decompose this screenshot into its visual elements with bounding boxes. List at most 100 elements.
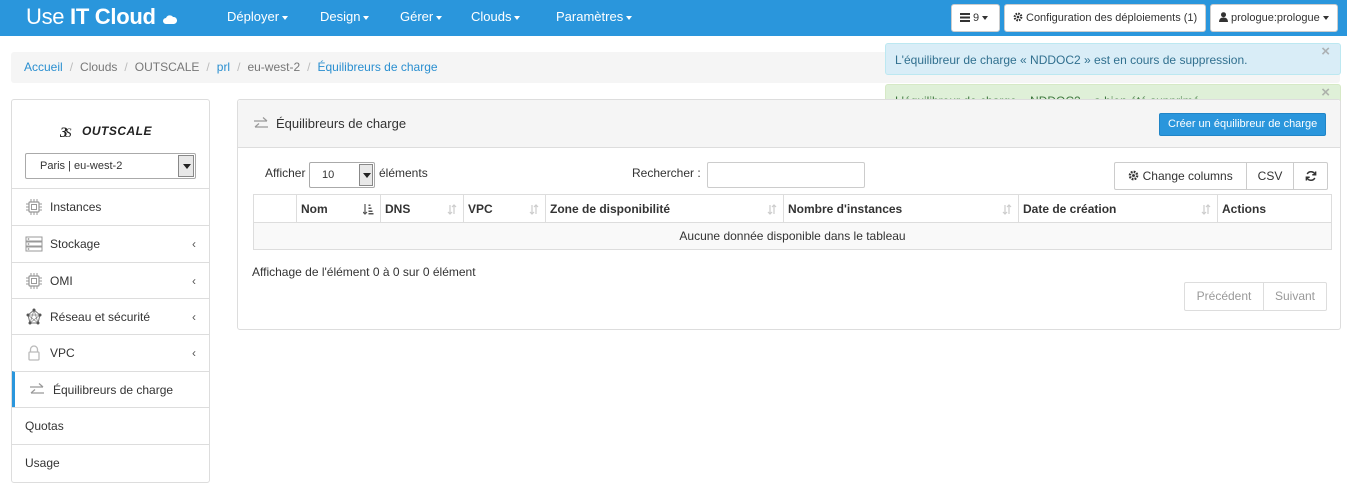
sidebar: 3 S OUTSCALE Paris | eu-west-2 Instances… [11, 99, 210, 483]
provider-logo-text: OUTSCALE [82, 124, 152, 138]
table-row: Aucune donnée disponible dans le tableau [253, 222, 1332, 250]
sidebar-item-label: OMI [50, 274, 73, 288]
table-header-row: Nom DNS VPC Zone de disponibilité Nombre… [253, 194, 1332, 223]
caret-down-icon [363, 15, 370, 20]
breadcrumb-clouds: Clouds [80, 60, 118, 74]
create-load-balancer-button[interactable]: Créer un équilibreur de charge [1159, 113, 1327, 136]
column-header-label: Date de création [1023, 201, 1117, 216]
breadcrumb-load-balancers[interactable]: Équilibreurs de charge [317, 60, 437, 74]
column-header-label: VPC [468, 201, 493, 216]
network-icon [26, 308, 42, 325]
caret-down-icon [1322, 16, 1329, 21]
swap-arrows-icon [30, 383, 44, 394]
csv-button[interactable]: CSV [1246, 162, 1294, 190]
sidebar-item-load-balancers[interactable]: Équilibreurs de charge [12, 371, 209, 408]
change-columns-button[interactable]: Change columns [1114, 162, 1247, 190]
sidebar-item-omi[interactable]: OMI ‹ [12, 262, 209, 299]
nav-gerer[interactable]: Gérer [400, 0, 443, 36]
provider-logo: 3 S OUTSCALE [59, 120, 164, 145]
sort-icon [1201, 204, 1211, 215]
breadcrumb-accueil[interactable]: Accueil [24, 60, 63, 74]
list-icon [960, 12, 970, 22]
sidebar-item-quotas[interactable]: Quotas [12, 407, 209, 444]
search-input[interactable] [707, 162, 865, 188]
sort-icon [529, 204, 539, 215]
chevron-down-icon [178, 155, 194, 177]
sidebar-item-label: Quotas [25, 419, 64, 433]
sidebar-item-label: Stockage [50, 237, 101, 251]
entries-label: éléments [379, 166, 428, 180]
app-logo[interactable]: Use IT Cloud [26, 3, 178, 31]
breadcrumb-region: eu-west-2 [247, 60, 301, 74]
region-select-value: Paris | eu-west-2 [40, 160, 123, 172]
load-balancers-panel: Équilibreurs de charge Créer un équilibr… [237, 99, 1341, 330]
caret-down-icon [514, 15, 521, 20]
sidebar-item-stockage[interactable]: Stockage ‹ [12, 225, 209, 262]
sidebar-item-instances[interactable]: Instances [12, 188, 209, 225]
region-select[interactable]: Paris | eu-west-2 [25, 153, 196, 179]
chevron-left-icon: ‹ [192, 310, 196, 324]
column-header-select [253, 194, 297, 223]
chip-icon [26, 199, 42, 215]
user-label: prologue:prologue [1231, 12, 1320, 24]
breadcrumb-separator: / [307, 60, 311, 74]
sidebar-item-usage[interactable]: Usage [12, 444, 209, 481]
nav-design[interactable]: Design [320, 0, 370, 36]
sort-icon [447, 204, 457, 215]
nav-clouds-label: Clouds [471, 9, 512, 24]
nav-clouds[interactable]: Clouds [471, 0, 521, 36]
breadcrumb-separator: / [206, 60, 210, 74]
chevron-left-icon: ‹ [192, 237, 196, 251]
sidebar-item-label: Réseau et sécurité [50, 310, 151, 324]
sidebar-item-label: Usage [25, 456, 60, 470]
gear-icon [1013, 12, 1023, 22]
tasks-button[interactable]: 9 [951, 4, 1000, 32]
chevron-left-icon: ‹ [192, 274, 196, 288]
empty-table-message: Aucune donnée disponible dans le tableau [253, 222, 1332, 250]
column-header-label: Nombre d'instances [788, 201, 903, 216]
deployments-config-button[interactable]: Configuration des déploiements (1) [1004, 4, 1206, 32]
sidebar-item-vpc[interactable]: VPC ‹ [12, 334, 209, 371]
caret-down-icon [282, 15, 289, 20]
caret-down-icon [626, 15, 633, 20]
column-header-zone[interactable]: Zone de disponibilité [545, 194, 784, 223]
nav-deployer-label: Déployer [227, 9, 280, 24]
nav-deployer[interactable]: Déployer [227, 0, 289, 36]
gear-icon [1128, 170, 1139, 181]
sort-icon [1002, 204, 1012, 215]
sidebar-item-label: Équilibreurs de charge [53, 383, 174, 397]
column-header-nom[interactable]: Nom [296, 194, 381, 223]
nav-design-label: Design [320, 9, 361, 24]
chevron-down-icon [359, 164, 373, 186]
column-header-actions: Actions [1217, 194, 1332, 223]
table-info: Affichage de l'élément 0 à 0 sur 0 éléme… [252, 265, 476, 279]
column-header-dns[interactable]: DNS [380, 194, 464, 223]
user-menu-button[interactable]: prologue:prologue [1210, 4, 1338, 32]
nav-gerer-label: Gérer [400, 9, 434, 24]
csv-label: CSV [1257, 169, 1283, 183]
refresh-button[interactable] [1293, 162, 1328, 190]
panel-heading: Équilibreurs de charge Créer un équilibr… [238, 100, 1340, 148]
chevron-left-icon: ‹ [192, 346, 196, 360]
column-header-created[interactable]: Date de création [1018, 194, 1218, 223]
breadcrumb-prl[interactable]: prl [217, 60, 230, 74]
previous-page-button[interactable]: Précédent [1184, 282, 1264, 311]
breadcrumb-separator: / [237, 60, 241, 74]
next-page-button[interactable]: Suivant [1263, 282, 1327, 311]
sidebar-item-reseau-securite[interactable]: Réseau et sécurité ‹ [12, 298, 209, 335]
column-header-vpc[interactable]: VPC [463, 194, 546, 223]
column-header-instance-count[interactable]: Nombre d'instances [783, 194, 1019, 223]
nav-parametres[interactable]: Paramètres [556, 0, 633, 36]
breadcrumb-separator: / [69, 60, 74, 74]
storage-icon [25, 236, 43, 252]
sidebar-item-label: VPC [50, 346, 75, 360]
swap-arrows-icon [254, 117, 268, 128]
page-length-select[interactable]: 10 [309, 162, 375, 188]
deployments-config-label: Configuration des déploiements (1) [1026, 12, 1198, 24]
chip-icon [26, 273, 42, 289]
column-header-label: Zone de disponibilité [550, 201, 670, 216]
user-icon [1219, 12, 1228, 23]
lock-icon [28, 345, 40, 361]
close-icon[interactable]: × [1321, 36, 1330, 68]
info-alert-text: L'équilibreur de charge « NDDOC2 » est e… [895, 53, 1248, 67]
